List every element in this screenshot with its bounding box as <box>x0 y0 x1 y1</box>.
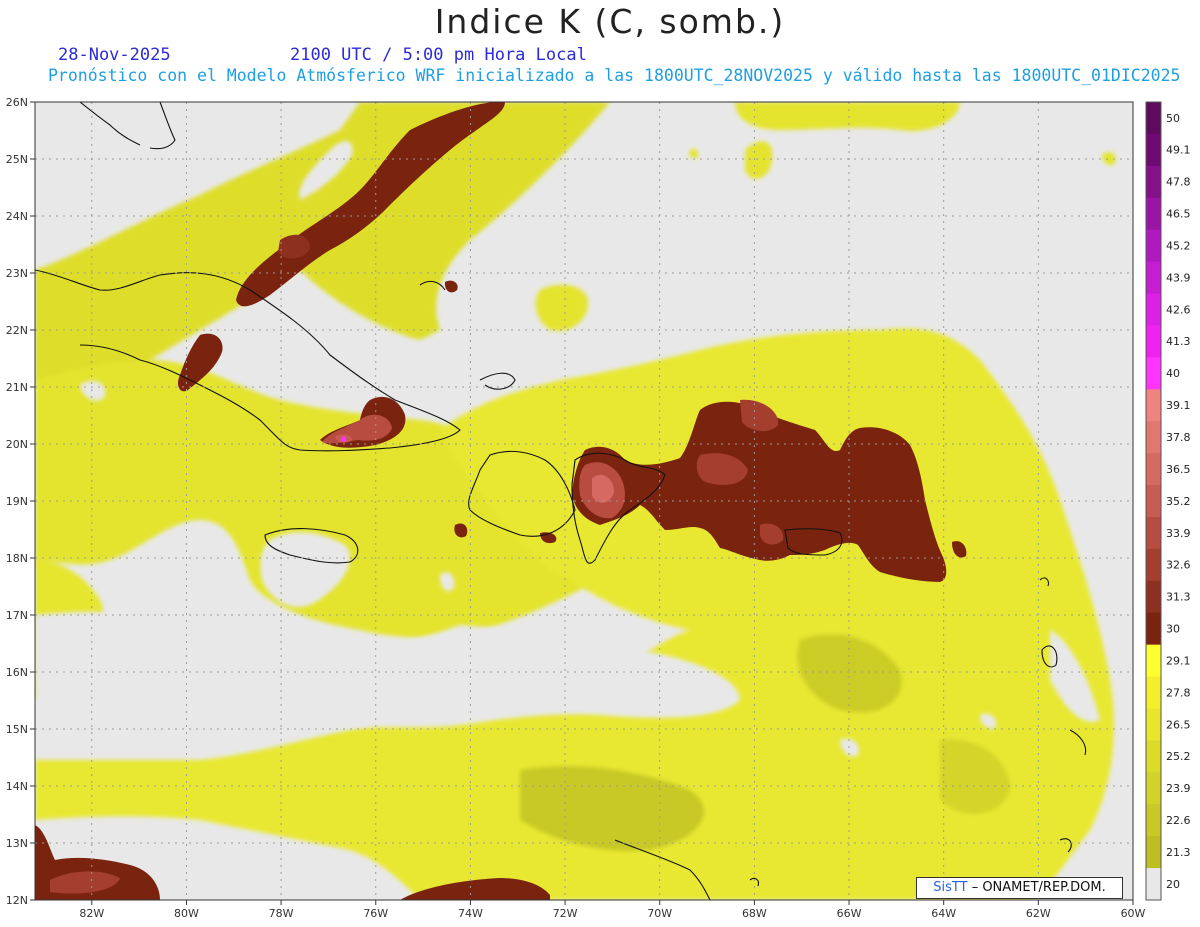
colorbar-swatch <box>1146 644 1161 678</box>
credit-label: – ONAMET/REP.DOM. <box>967 880 1106 895</box>
colorbar-label: 43.9 <box>1166 271 1191 284</box>
colorbar-label: 27.8 <box>1166 686 1191 699</box>
colorbar-swatch <box>1146 133 1161 167</box>
colorbar-label: 47.8 <box>1166 176 1191 189</box>
colorbar-swatch <box>1146 676 1161 710</box>
x-axis: 82W 80W 78W 76W 74W 72W 70W 68W 66W 64W 62W 60W <box>79 900 1146 920</box>
colorbar-swatch <box>1146 261 1161 295</box>
colorbar: 50 49.1 47.8 46.5 45.2 43.9 42.6 41.3 40 39.1 37.8… <box>1145 101 1191 901</box>
colorbar-swatch <box>1146 229 1161 263</box>
colorbar-label: 41.3 <box>1166 335 1191 348</box>
colorbar-label: 25.2 <box>1166 750 1191 763</box>
x-tick-label: 62W <box>1026 907 1051 920</box>
y-tick-label: 22N <box>6 324 28 337</box>
x-tick-label: 74W <box>458 907 483 920</box>
colorbar-swatch <box>1146 516 1161 550</box>
y-tick-label: 25N <box>6 153 28 166</box>
colorbar-label: 36.5 <box>1166 463 1191 476</box>
x-tick-label: 66W <box>837 907 862 920</box>
y-tick-label: 18N <box>6 552 28 565</box>
x-tick-label: 80W <box>174 907 199 920</box>
x-tick-label: 76W <box>363 907 388 920</box>
colorbar-swatch <box>1146 325 1161 358</box>
y-tick-label: 15N <box>6 723 28 736</box>
colorbar-label: 29.1 <box>1166 654 1191 667</box>
colorbar-swatch <box>1146 740 1161 773</box>
colorbar-label: 20 <box>1166 878 1180 891</box>
colorbar-label: 31.3 <box>1166 591 1191 604</box>
colorbar-swatch <box>1146 485 1161 518</box>
colorbar-swatch <box>1146 357 1161 390</box>
colorbar-swatch <box>1146 102 1161 135</box>
colorbar-swatch <box>1146 293 1161 327</box>
colorbar-swatch <box>1146 612 1161 646</box>
y-tick-label: 16N <box>6 666 28 679</box>
colorbar-label: 49.1 <box>1166 144 1191 157</box>
credit-box: SisTT – ONAMET/REP.DOM. <box>916 877 1123 899</box>
colorbar-label: 22.6 <box>1166 814 1191 827</box>
y-tick-label: 17N <box>6 609 28 622</box>
x-tick-label: 64W <box>931 907 956 920</box>
colorbar-swatch <box>1146 868 1161 901</box>
colorbar-swatch <box>1146 804 1161 837</box>
colorbar-label: 26.5 <box>1166 718 1191 731</box>
x-tick-label: 68W <box>742 907 767 920</box>
x-tick-label: 70W <box>647 907 672 920</box>
y-tick-label: 24N <box>6 210 28 223</box>
colorbar-label: 21.3 <box>1166 846 1191 859</box>
colorbar-label: 46.5 <box>1166 208 1191 221</box>
colorbar-label: 50 <box>1166 112 1180 125</box>
brand-label: SisTT <box>933 880 968 895</box>
y-tick-label: 13N <box>6 837 28 850</box>
colorbar-label: 32.6 <box>1166 559 1191 572</box>
colorbar-label: 45.2 <box>1166 239 1191 252</box>
y-tick-label: 23N <box>6 267 28 280</box>
colorbar-swatch <box>1146 389 1161 422</box>
colorbar-swatch <box>1146 421 1161 454</box>
colorbar-label: 39.1 <box>1166 399 1191 412</box>
colorbar-swatch <box>1146 453 1161 486</box>
colorbar-label: 40 <box>1166 367 1180 380</box>
x-tick-label: 82W <box>79 907 104 920</box>
colorbar-label: 30 <box>1166 623 1180 636</box>
y-tick-label: 20N <box>6 438 28 451</box>
colorbar-swatch <box>1146 197 1161 231</box>
colorbar-label: 33.9 <box>1166 527 1191 540</box>
y-tick-label: 19N <box>6 495 28 508</box>
colorbar-label: 23.9 <box>1166 782 1191 795</box>
y-tick-label: 14N <box>6 780 28 793</box>
y-axis: 12N 13N 14N 15N 16N 17N 18N 19N 20N 21N 22N 23N 24N 2… <box>6 96 35 907</box>
colorbar-label: 35.2 <box>1166 495 1191 508</box>
colorbar-label: 37.8 <box>1166 431 1191 444</box>
colorbar-label: 42.6 <box>1166 303 1191 316</box>
y-tick-label: 21N <box>6 381 28 394</box>
colorbar-swatch <box>1146 580 1161 614</box>
colorbar-swatch <box>1146 836 1161 869</box>
y-tick-label: 12N <box>6 894 28 907</box>
x-tick-label: 72W <box>553 907 578 920</box>
colorbar-swatch <box>1146 548 1161 582</box>
colorbar-swatch <box>1146 708 1161 741</box>
x-tick-label: 78W <box>269 907 294 920</box>
x-tick-label: 60W <box>1121 907 1146 920</box>
k-index-map: 82W 80W 78W 76W 74W 72W 70W 68W 66W 64W 62W 60W 12N… <box>6 96 1191 920</box>
y-tick-label: 26N <box>6 96 28 109</box>
colorbar-swatch <box>1146 165 1161 199</box>
colorbar-swatch <box>1146 772 1161 805</box>
